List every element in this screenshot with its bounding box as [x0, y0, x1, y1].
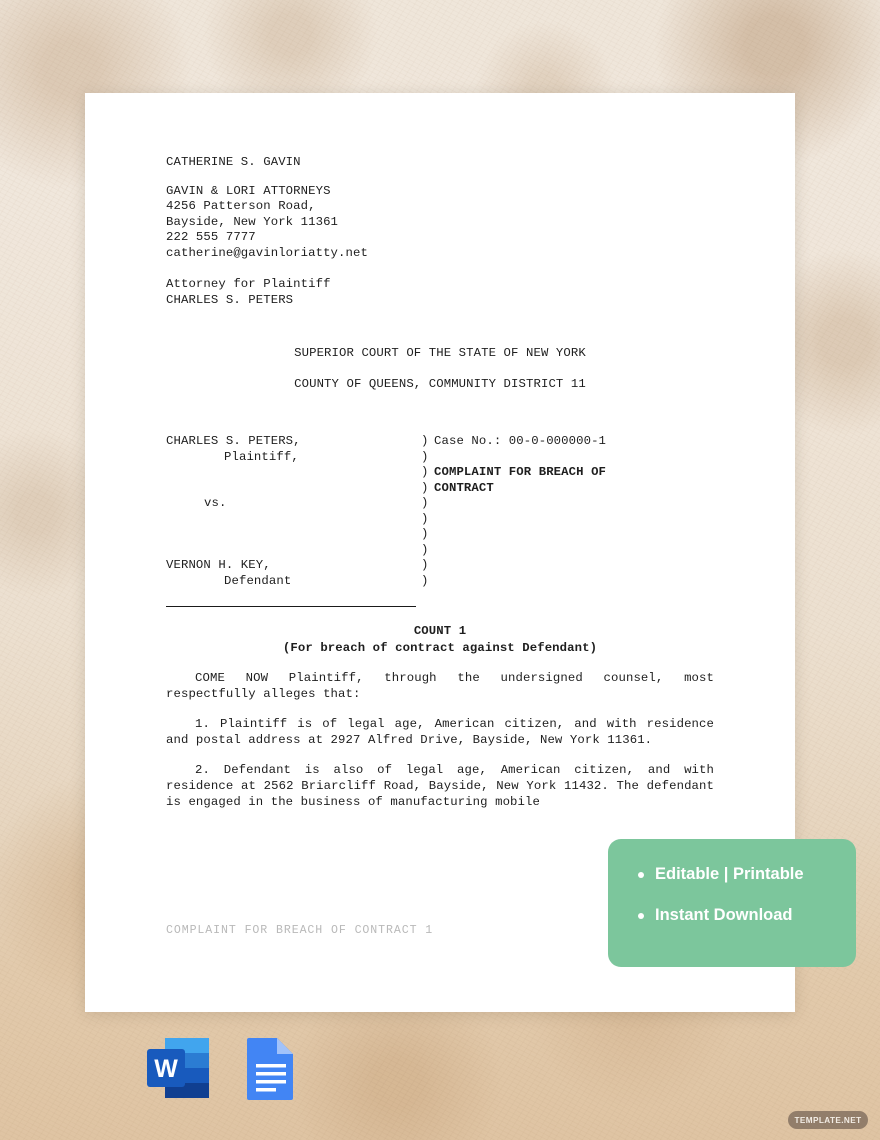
- caption-parties: CHARLES S. PETERS, Plaintiff, vs. VERNON…: [166, 434, 416, 589]
- bullet-dot-icon: [638, 871, 644, 878]
- court-heading: SUPERIOR COURT OF THE STATE OF NEW YORK …: [166, 338, 714, 400]
- svg-text:W: W: [154, 1055, 178, 1083]
- defendant-name: VERNON H. KEY,: [166, 558, 271, 572]
- versus-label: vs.: [204, 496, 227, 510]
- caption-case-info: Case No.: 00-0-000000-1 COMPLAINT FOR BR…: [434, 434, 714, 496]
- caption-divider: [166, 606, 416, 607]
- attorney-email: catherine@gavinloriatty.net: [166, 245, 368, 260]
- promo-item-instant-download: Instant Download: [638, 906, 856, 925]
- body-paragraph-1: 1. Plaintiff is of legal age, American c…: [166, 717, 714, 747]
- watermark-label: TEMPLATE.NET: [794, 1115, 862, 1125]
- attorney-street: 4256 Patterson Road,: [166, 199, 316, 213]
- google-docs-icon[interactable]: [241, 1036, 309, 1102]
- case-caption: CHARLES S. PETERS, Plaintiff, vs. VERNON…: [166, 434, 714, 607]
- representation-line-1: Attorney for Plaintiff: [166, 277, 331, 291]
- attorney-firm: GAVIN & LORI ATTORNEYS: [166, 183, 331, 198]
- attorney-contact-block: GAVIN & LORI ATTORNEYS 4256 Patterson Ro…: [166, 184, 714, 262]
- representation-line-2: CHARLES S. PETERS: [166, 292, 294, 307]
- plaintiff-name: CHARLES S. PETERS,: [166, 434, 301, 448]
- court-line-1: SUPERIOR COURT OF THE STATE OF NEW YORK: [294, 346, 586, 360]
- attorney-city-state-zip: Bayside, New York 11361: [166, 214, 339, 229]
- body-paragraph-2: 2. Defendant is also of legal age, Ameri…: [166, 763, 714, 809]
- page-footer: COMPLAINT FOR BREACH OF CONTRACT 1: [166, 924, 434, 937]
- defendant-role: Defendant: [224, 573, 292, 588]
- promo-label: Instant Download: [655, 906, 793, 924]
- promo-item-editable-printable: Editable | Printable: [638, 865, 856, 884]
- caption-bars: ) ) ) ) ) ) ) ) ) ): [421, 434, 429, 588]
- attorney-name: CATHERINE S. GAVIN: [166, 155, 301, 169]
- count-heading-block: COUNT 1 (For breach of contract against …: [166, 623, 714, 656]
- representation-block: Attorney for Plaintiff CHARLES S. PETERS: [166, 277, 714, 308]
- promo-label: Editable | Printable: [655, 865, 804, 883]
- promo-badge: Editable | Printable Instant Download: [608, 839, 856, 967]
- complaint-title-line-2: CONTRACT: [434, 480, 494, 495]
- count-subheading: (For breach of contract against Defendan…: [282, 640, 598, 655]
- plaintiff-role: Plaintiff,: [224, 449, 299, 464]
- body-intro: COME NOW Plaintiff, through the undersig…: [166, 671, 714, 701]
- bullet-dot-icon: [638, 912, 644, 919]
- watermark-badge: TEMPLATE.NET: [788, 1111, 868, 1129]
- complaint-title-line-1: COMPLAINT FOR BREACH OF: [434, 465, 607, 479]
- count-heading: COUNT 1: [413, 624, 467, 638]
- court-line-2: COUNTY OF QUEENS, COMMUNITY DISTRICT 11: [294, 377, 586, 391]
- microsoft-word-icon[interactable]: W: [145, 1036, 213, 1102]
- attorney-phone: 222 555 7777: [166, 230, 256, 244]
- format-icons: W: [145, 1036, 309, 1102]
- document-body: CATHERINE S. GAVIN GAVIN & LORI ATTORNEY…: [166, 155, 714, 810]
- case-number: Case No.: 00-0-000000-1: [434, 434, 607, 448]
